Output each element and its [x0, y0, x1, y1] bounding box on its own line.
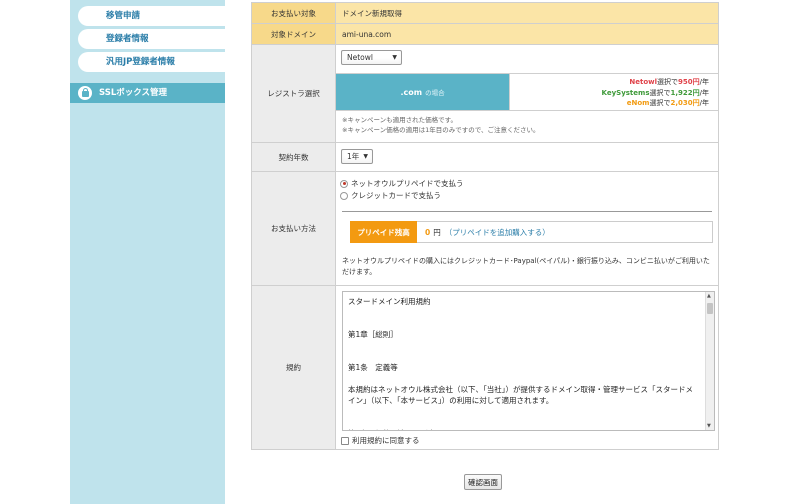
sidebar-item-label: 移管申請 — [106, 11, 141, 21]
sidebar-item-jp-registrant[interactable]: 汎用JP登録者情報 — [78, 52, 225, 72]
terms-line — [348, 318, 698, 329]
sidebar-item-transfer[interactable]: 移管申請 — [78, 6, 225, 26]
terms-value: スタードメイン利用規約 第1章［総則］ 第1条 定義等 本規約はネットオウル株式… — [336, 286, 718, 449]
registrar-row: レジストラ選択 Netowl ▼ .com の場合 Netowl選択で950円/… — [252, 45, 718, 143]
terms-line: 本規約はネットオウル株式会社（以下、「当社」）が提供するドメイン取得・管理サービ… — [348, 385, 693, 405]
years-row: 契約年数 1年 ▼ — [252, 143, 718, 172]
price-amount: 1,922円 — [670, 88, 700, 97]
tld-suffix: の場合 — [425, 89, 445, 97]
sidebar-item-ssl-box[interactable]: SSLボックス管理 — [70, 83, 225, 103]
buy-prepaid-link[interactable]: （プリペイドを追加購入する） — [445, 227, 550, 238]
price-text: 選択で — [657, 78, 679, 86]
terms-line — [348, 406, 698, 417]
terms-label: 規約 — [252, 286, 336, 449]
price-unit: /年 — [699, 88, 709, 97]
price-amount: 2,030円 — [670, 99, 700, 107]
registrar-name: Netowl — [629, 78, 658, 86]
terms-line — [348, 351, 698, 362]
registrar-notes: ※キャンペーンも適用された価格です。 ※キャンペーン価格の適用は1年目のみですの… — [342, 116, 540, 135]
payment-target-value: ドメイン新規取得 — [336, 3, 718, 23]
terms-textarea[interactable]: スタードメイン利用規約 第1章［総則］ 第1条 定義等 本規約はネットオウル株式… — [342, 291, 715, 431]
price-enom: eNom選択で2,030円/年 — [510, 98, 709, 109]
target-domain-row: 対象ドメイン ami-una.com — [252, 24, 718, 45]
scroll-up-icon[interactable]: ▲ — [707, 293, 711, 299]
payment-note: ネットオウルプリペイドの購入にはクレジットカード･Paypal(ペイパル)・銀行… — [342, 257, 710, 276]
dropdown-arrow-icon: ▼ — [363, 153, 368, 160]
scrollbar-thumb[interactable] — [707, 303, 713, 314]
terms-line — [348, 417, 698, 428]
sidebar-item-label: SSLボックス管理 — [99, 88, 168, 98]
sidebar-item-label: 汎用JP登録者情報 — [106, 57, 175, 67]
terms-line: 第1章［総則］ — [348, 330, 398, 339]
sidebar-item-label: 登録者情報 — [106, 34, 149, 44]
checkbox-icon — [341, 436, 349, 445]
terms-line — [348, 373, 698, 384]
price-netowl: Netowl選択で950円/年 — [510, 77, 709, 88]
payment-option-label: ネットオウルプリペイドで支払う — [351, 179, 464, 188]
page: 移管申請 登録者情報 汎用JP登録者情報 SSLボックス管理 お支払い対象 ドメ… — [0, 0, 800, 504]
agree-terms-checkbox[interactable]: 利用規約に同意する — [341, 435, 420, 446]
prepaid-balance-label: プリペイド残高 — [350, 221, 417, 243]
years-label: 契約年数 — [252, 143, 336, 171]
payment-option-prepaid[interactable]: ネットオウルプリペイドで支払う — [340, 178, 464, 189]
registrar-price-table: .com の場合 Netowl選択で950円/年 KeySystems選択で1,… — [336, 73, 718, 111]
payment-method-value: ネットオウルプリペイドで支払う クレジットカードで支払う プリペイド残高 0 円… — [336, 172, 718, 285]
scroll-down-icon[interactable]: ▼ — [707, 423, 711, 429]
terms-line: 第2条 規約の適用及び変更 — [348, 428, 698, 430]
confirm-button[interactable]: 確認画面 — [464, 474, 502, 490]
prepaid-balance-amount: 0 — [425, 227, 431, 237]
prepaid-balance: プリペイド残高 0 円 （プリペイドを追加購入する） — [350, 221, 713, 243]
payment-option-label: クレジットカードで支払う — [351, 191, 441, 200]
dropdown-arrow-icon: ▼ — [392, 54, 397, 61]
years-select[interactable]: 1年 ▼ — [341, 149, 373, 164]
registrar-note-2: ※キャンペーン価格の適用は1年目のみですので、ご注意ください。 — [342, 125, 540, 134]
payment-target-label: お支払い対象 — [252, 3, 336, 23]
terms-scrollbar[interactable]: ▲ ▼ — [705, 292, 714, 430]
registrar-selected: Netowl — [347, 53, 373, 62]
price-unit: /年 — [699, 78, 709, 86]
terms-line: 第1条 定義等 — [348, 363, 398, 372]
sidebar-item-registrant[interactable]: 登録者情報 — [78, 29, 225, 49]
payment-method-row: お支払い方法 ネットオウルプリペイドで支払う クレジットカードで支払う プリペイ… — [252, 172, 718, 286]
prepaid-balance-unit: 円 — [433, 227, 441, 237]
price-amount: 950円 — [678, 78, 700, 86]
price-list: Netowl選択で950円/年 KeySystems選択で1,922円/年 eN… — [510, 74, 718, 110]
radio-icon — [340, 191, 348, 200]
radio-selected-icon — [340, 179, 348, 188]
price-unit: /年 — [699, 99, 709, 107]
price-text: 選択で — [649, 99, 671, 107]
registrar-value: Netowl ▼ .com の場合 Netowl選択で950円/年 KeySys… — [336, 45, 718, 142]
payment-option-credit[interactable]: クレジットカードで支払う — [340, 190, 441, 201]
agree-terms-label: 利用規約に同意する — [352, 436, 420, 445]
tld-name: .com — [400, 87, 423, 97]
terms-line — [348, 340, 698, 351]
registrar-name: KeySystems — [601, 88, 650, 97]
target-domain-value: ami-una.com — [336, 24, 718, 44]
ssl-lock-icon — [77, 85, 93, 101]
years-value: 1年 ▼ — [336, 143, 718, 171]
registrar-select[interactable]: Netowl ▼ — [341, 50, 402, 65]
payment-target-row: お支払い対象 ドメイン新規取得 — [252, 3, 718, 24]
sidebar: 移管申請 登録者情報 汎用JP登録者情報 SSLボックス管理 — [70, 0, 225, 504]
terms-line — [348, 307, 698, 318]
terms-row: 規約 スタードメイン利用規約 第1章［総則］ 第1条 定義等 本規約はネットオウ… — [252, 286, 718, 449]
price-keysystems: KeySystems選択で1,922円/年 — [510, 88, 709, 99]
years-selected: 1年 — [347, 152, 360, 161]
payment-method-label: お支払い方法 — [252, 172, 336, 285]
terms-text: スタードメイン利用規約 第1章［総則］ 第1条 定義等 本規約はネットオウル株式… — [343, 292, 714, 430]
registrar-note-1: ※キャンペーンも適用された価格です。 — [342, 116, 457, 124]
price-text: 選択で — [649, 88, 671, 97]
terms-line: スタードメイン利用規約 — [348, 297, 431, 306]
registrar-name: eNom — [626, 99, 650, 107]
target-domain-label: 対象ドメイン — [252, 24, 336, 44]
registrar-label: レジストラ選択 — [252, 45, 336, 142]
divider — [342, 211, 712, 212]
tld-cell: .com の場合 — [336, 74, 510, 110]
order-form: お支払い対象 ドメイン新規取得 対象ドメイン ami-una.com レジストラ… — [251, 2, 719, 450]
